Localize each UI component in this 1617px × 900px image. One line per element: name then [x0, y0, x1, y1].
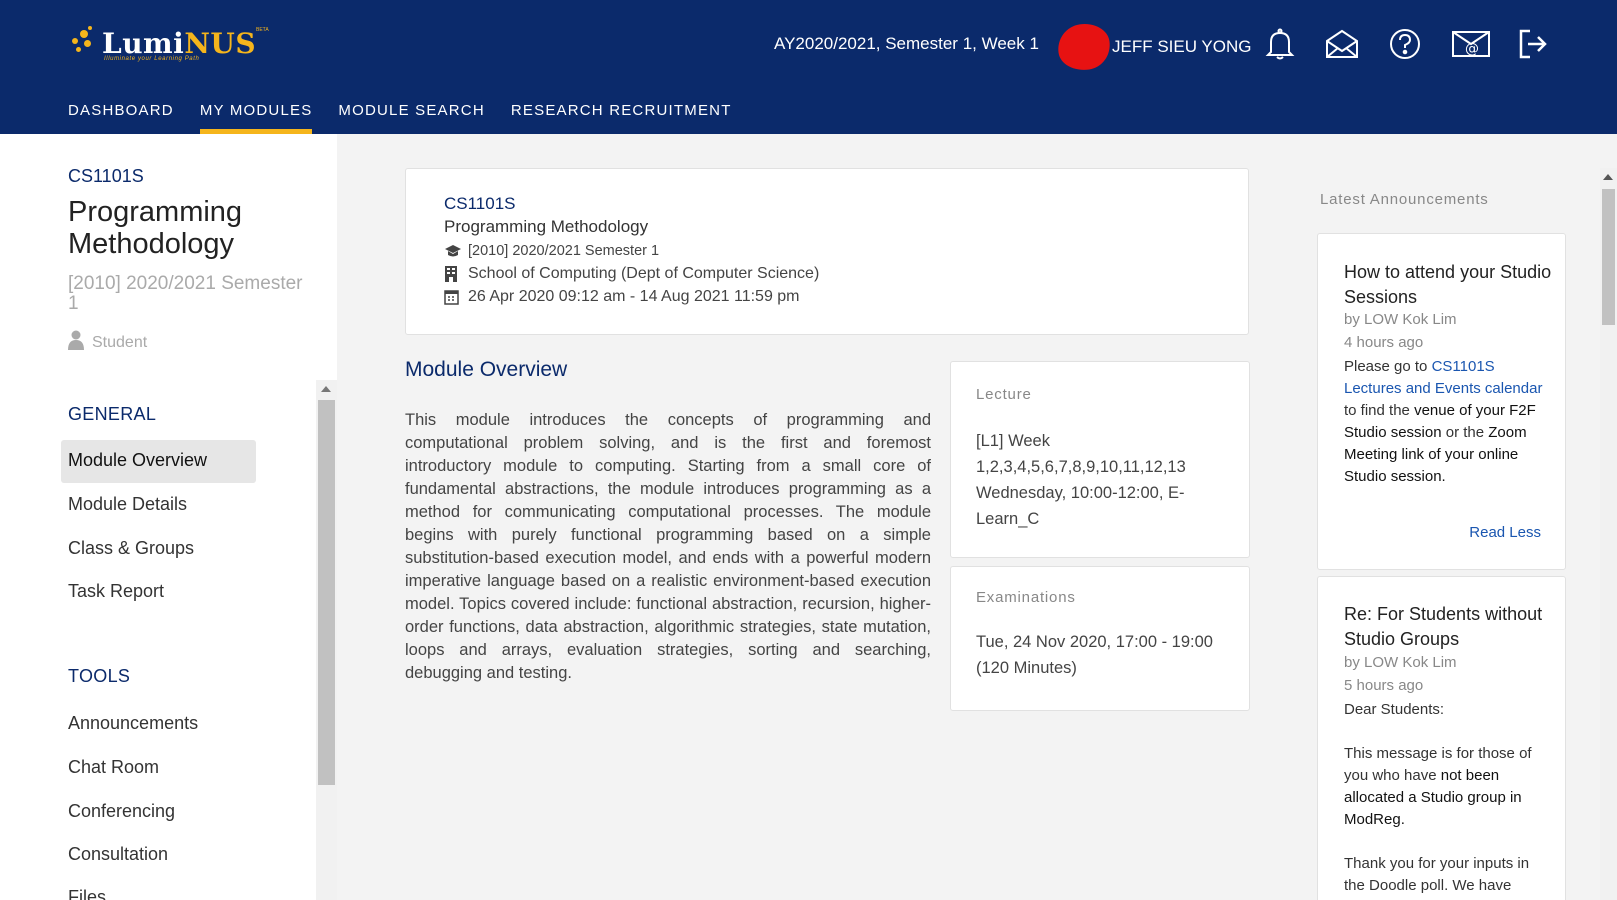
announcement-body: Dear Students: This message is for those… [1344, 701, 1532, 894]
calendar-icon [444, 289, 462, 305]
bell-icon[interactable] [1262, 26, 1298, 62]
nav-dashboard[interactable]: DASHBOARD [68, 102, 174, 134]
announcement-time: 5 hours ago [1344, 677, 1424, 694]
announcement-author: by LOW Kok Lim [1344, 654, 1457, 671]
scroll-up-arrow-icon[interactable] [321, 386, 331, 392]
avatar [1055, 20, 1113, 74]
module-info-card: CS1101S Programming Methodology [2010] 2… [405, 168, 1249, 335]
top-header: LumiNUS Illuminate your Learning Path BE… [0, 0, 1617, 134]
lecture-details: [L1] Week 1,2,3,4,5,6,7,8,9,10,11,12,13 … [976, 432, 1186, 528]
sidebar-scrollbar[interactable] [316, 380, 337, 900]
announcement-time: 4 hours ago [1344, 334, 1424, 351]
help-icon[interactable] [1387, 26, 1423, 62]
email-at-icon[interactable]: @ [1450, 26, 1492, 62]
semester-label: AY2020/2021, Semester 1, Week 1 [774, 34, 1039, 53]
sidebar-item-files[interactable]: Files [68, 887, 106, 900]
sidebar-module-semester: [2010] 2020/2021 Semester 1 [68, 273, 303, 314]
logo-tagline: Illuminate your Learning Path [104, 56, 200, 62]
announcement-card[interactable]: How to attend your Studio Sessions by LO… [1317, 233, 1566, 570]
announcement-title[interactable]: How to attend your Studio Sessions [1344, 260, 1554, 310]
svg-text:@: @ [1465, 41, 1479, 57]
announcement-author: by LOW Kok Lim [1344, 311, 1457, 328]
announcement-body: Please go to CS1101S Lectures and Events… [1344, 358, 1543, 485]
sidebar-item-class-groups[interactable]: Class & Groups [68, 538, 194, 559]
info-module-title: Programming Methodology [444, 217, 649, 236]
page-scrollbar[interactable] [1600, 168, 1617, 900]
nav-my-modules[interactable]: MY MODULES [199, 102, 313, 134]
sidebar-item-module-details[interactable]: Module Details [68, 494, 187, 515]
sidebar-module-title: Programming Methodology [68, 196, 243, 260]
logout-icon[interactable] [1515, 26, 1551, 62]
sidebar-item-consultation[interactable]: Consultation [68, 844, 168, 865]
main-nav: DASHBOARD MY MODULES MODULE SEARCH RESEA… [68, 102, 758, 134]
info-module-code: CS1101S [444, 194, 516, 213]
announcement-card[interactable]: Re: For Students without Studio Groups b… [1317, 576, 1566, 900]
announcements-heading: Latest Announcements [1320, 191, 1489, 208]
sidebar-module-code: CS1101S [68, 166, 144, 186]
user-profile[interactable]: JEFF SIEU YONG [1055, 20, 1252, 74]
info-term: [2010] 2020/2021 Semester 1 [444, 243, 659, 259]
person-icon [68, 330, 84, 355]
read-less-link[interactable]: Read Less [1469, 524, 1541, 541]
mail-icon[interactable] [1324, 26, 1360, 62]
announcement-title[interactable]: Re: For Students without Studio Groups [1344, 602, 1554, 652]
general-heading: GENERAL [68, 404, 157, 424]
luminus-logo[interactable]: LumiNUS Illuminate your Learning Path BE… [70, 26, 269, 62]
logo-beta: BETA [256, 27, 269, 33]
role-label: Student [68, 330, 147, 355]
nav-module-search[interactable]: MODULE SEARCH [338, 102, 484, 134]
overview-body: This module introduces the concepts of p… [405, 411, 931, 682]
sidebar-item-chat-room[interactable]: Chat Room [68, 757, 159, 778]
exam-heading: Examinations [976, 589, 1076, 606]
logo-text: LumiNUS [102, 26, 257, 60]
sidebar-item-announcements[interactable]: Announcements [68, 713, 198, 734]
tools-heading: TOOLS [68, 666, 131, 686]
lecture-card: Lecture [L1] Week 1,2,3,4,5,6,7,8,9,10,1… [950, 361, 1250, 558]
sidebar-item-conferencing[interactable]: Conferencing [68, 801, 175, 822]
exam-card: Examinations Tue, 24 Nov 2020, 17:00 - 1… [950, 566, 1250, 711]
building-icon [444, 266, 462, 282]
user-name: JEFF SIEU YONG [1112, 37, 1252, 56]
lecture-heading: Lecture [976, 386, 1032, 403]
nav-research-recruitment[interactable]: RESEARCH RECRUITMENT [511, 102, 732, 134]
info-dates: 26 Apr 2020 09:12 am - 14 Aug 2021 11:59… [444, 288, 800, 306]
sidebar-item-module-overview[interactable]: Module Overview [61, 440, 256, 483]
scroll-up-arrow-icon[interactable] [1603, 174, 1613, 180]
info-faculty: School of Computing (Dept of Computer Sc… [444, 265, 819, 283]
exam-details: Tue, 24 Nov 2020, 17:00 - 19:00 (120 Min… [976, 633, 1213, 677]
graduation-cap-icon [444, 244, 462, 258]
overview-heading: Module Overview [405, 358, 568, 381]
logo-dots-icon [70, 26, 98, 60]
scrollbar-thumb[interactable] [318, 400, 335, 785]
sidebar-item-task-report[interactable]: Task Report [68, 581, 164, 602]
scrollbar-thumb[interactable] [1602, 189, 1615, 325]
